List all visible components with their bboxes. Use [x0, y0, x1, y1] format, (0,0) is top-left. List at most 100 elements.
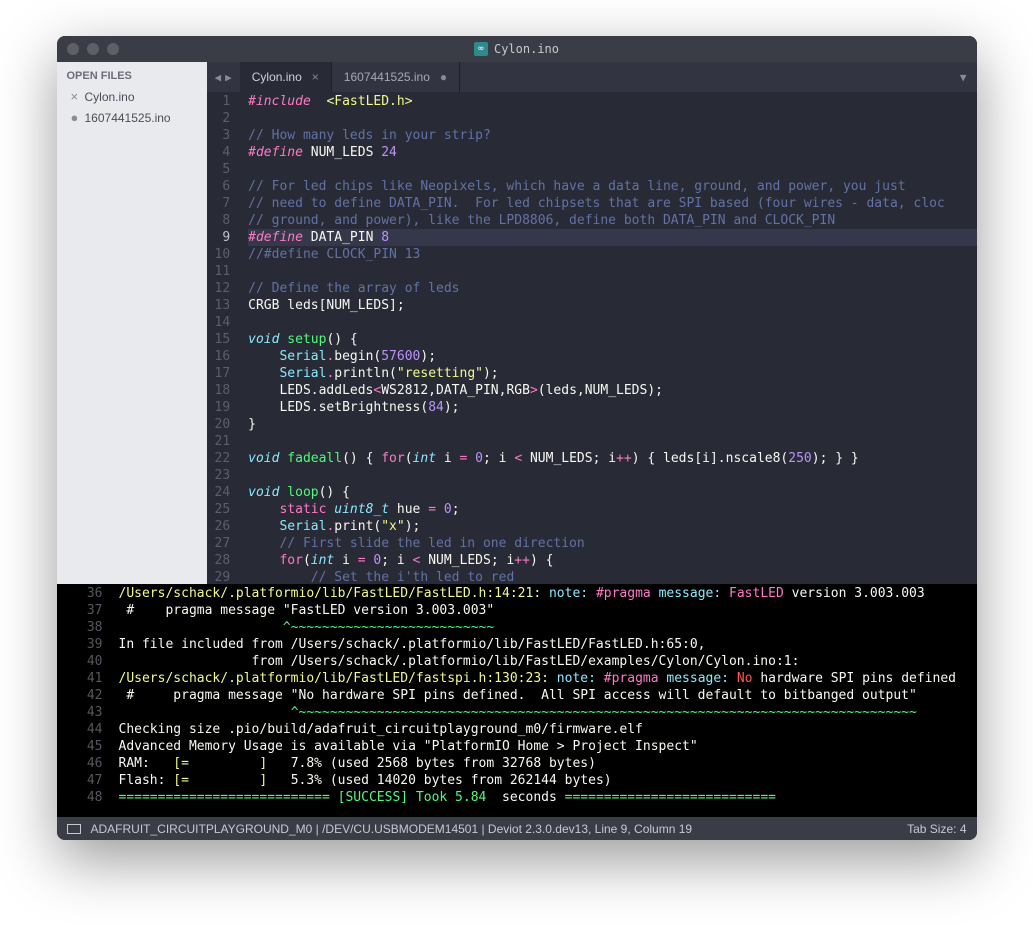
code-line[interactable]: #include <FastLED.h>	[248, 93, 976, 110]
line-number: 9	[215, 229, 231, 246]
code-line[interactable]: Serial.println("resetting");	[248, 365, 976, 382]
console-line-number: 48	[65, 789, 103, 806]
console-line: In file included from /Users/schack/.pla…	[119, 636, 977, 653]
line-number: 18	[215, 382, 231, 399]
code-line[interactable]: // ground, and power), like the LPD8806,…	[248, 212, 976, 229]
code-line[interactable]: // need to define DATA_PIN. For led chip…	[248, 195, 976, 212]
code-line[interactable]: void loop() {	[248, 484, 976, 501]
code-line[interactable]: // How many leds in your strip?	[248, 127, 976, 144]
code-line[interactable]	[248, 161, 976, 178]
line-number: 29	[215, 569, 231, 584]
traffic-lights	[67, 43, 119, 55]
sidebar-file[interactable]: × Cylon.ino	[57, 86, 207, 107]
status-tabsize[interactable]: Tab Size: 4	[907, 822, 966, 836]
editor-window: ∞ Cylon.ino OPEN FILES ×Cylon.ino●160744…	[57, 36, 977, 840]
line-number: 25	[215, 501, 231, 518]
console-line-number: 42	[65, 687, 103, 704]
code-line[interactable]: void fadeall() { for(int i = 0; i < NUM_…	[248, 450, 976, 467]
tab-label: Cylon.ino	[252, 70, 302, 84]
console-line-number: 36	[65, 585, 103, 602]
code-line[interactable]	[248, 314, 976, 331]
code-line[interactable]: #define NUM_LEDS 24	[248, 144, 976, 161]
code-line[interactable]	[248, 263, 976, 280]
console-line: =========================== [SUCCESS] To…	[119, 789, 977, 806]
tabs-menu-icon[interactable]: ▼	[950, 62, 977, 92]
code-line[interactable]: LEDS.setBrightness(84);	[248, 399, 976, 416]
code-line[interactable]: LEDS.addLeds<WS2812,DATA_PIN,RGB>(leds,N…	[248, 382, 976, 399]
close-icon[interactable]: ×	[71, 89, 81, 104]
nav-arrows: ◀ ▶	[207, 62, 240, 92]
console-line: /Users/schack/.platformio/lib/FastLED/Fa…	[119, 585, 977, 602]
tab-dirty-icon[interactable]: ●	[440, 70, 447, 84]
console-line-number: 39	[65, 636, 103, 653]
code-line[interactable]: Serial.print("x");	[248, 518, 976, 535]
code-line[interactable]: #define DATA_PIN 8	[248, 229, 976, 246]
code-line[interactable]	[248, 433, 976, 450]
console-line: Checking size .pio/build/adafruit_circui…	[119, 721, 977, 738]
status-left[interactable]: ADAFRUIT_CIRCUITPLAYGROUND_M0 | /DEV/CU.…	[91, 822, 693, 836]
minimize-icon[interactable]	[87, 43, 99, 55]
window-title-text: Cylon.ino	[494, 42, 559, 56]
code-line[interactable]: // Set the i'th led to red	[248, 569, 976, 584]
console-line-number: 40	[65, 653, 103, 670]
panel-icon[interactable]	[67, 824, 81, 834]
sidebar-file-label: Cylon.ino	[85, 90, 135, 104]
code-content[interactable]: #include <FastLED.h> // How many leds in …	[242, 92, 976, 584]
build-console[interactable]: 36373839404142434445464748 /Users/schack…	[57, 584, 977, 817]
zoom-icon[interactable]	[107, 43, 119, 55]
line-number: 12	[215, 280, 231, 297]
line-number: 16	[215, 348, 231, 365]
code-line[interactable]: // Define the array of leds	[248, 280, 976, 297]
console-line: # pragma message "FastLED version 3.003.…	[119, 602, 977, 619]
tab[interactable]: Cylon.ino ×	[240, 62, 332, 92]
code-line[interactable]: }	[248, 416, 976, 433]
line-number: 22	[215, 450, 231, 467]
statusbar: ADAFRUIT_CIRCUITPLAYGROUND_M0 | /DEV/CU.…	[57, 817, 977, 840]
tab[interactable]: 1607441525.ino ●	[332, 62, 460, 92]
code-line[interactable]: CRGB leds[NUM_LEDS];	[248, 297, 976, 314]
code-line[interactable]: static uint8_t hue = 0;	[248, 501, 976, 518]
window-title: ∞ Cylon.ino	[474, 42, 559, 56]
code-line[interactable]: // First slide the led in one direction	[248, 535, 976, 552]
line-number: 1	[215, 93, 231, 110]
line-number: 2	[215, 110, 231, 127]
console-line-number: 44	[65, 721, 103, 738]
console-line: from /Users/schack/.platformio/lib/FastL…	[119, 653, 977, 670]
nav-fwd-icon[interactable]: ▶	[225, 71, 232, 84]
console-line: Advanced Memory Usage is available via "…	[119, 738, 977, 755]
code-line[interactable]	[248, 110, 976, 127]
line-number: 17	[215, 365, 231, 382]
console-content: /Users/schack/.platformio/lib/FastLED/Fa…	[113, 584, 977, 817]
code-line[interactable]: void setup() {	[248, 331, 976, 348]
code-line[interactable]: Serial.begin(57600);	[248, 348, 976, 365]
code-line[interactable]	[248, 467, 976, 484]
code-editor[interactable]: 1234567891011121314151617181920212223242…	[207, 92, 977, 584]
tab-close-icon[interactable]: ×	[312, 70, 319, 84]
console-line: Flash: [= ] 5.3% (used 14020 bytes from …	[119, 772, 977, 789]
file-icon: ∞	[474, 42, 488, 56]
console-line-number: 43	[65, 704, 103, 721]
line-number: 3	[215, 127, 231, 144]
line-number: 28	[215, 552, 231, 569]
code-line[interactable]: // For led chips like Neopixels, which h…	[248, 178, 976, 195]
console-gutter: 36373839404142434445464748	[57, 584, 113, 817]
line-number: 26	[215, 518, 231, 535]
nav-back-icon[interactable]: ◀	[215, 71, 222, 84]
console-line: ^~~~~~~~~~~~~~~~~~~~~~~~~~~~~~~~~~~~~~~~…	[119, 704, 977, 721]
titlebar[interactable]: ∞ Cylon.ino	[57, 36, 977, 62]
line-gutter: 1234567891011121314151617181920212223242…	[207, 92, 243, 584]
console-line: # pragma message "No hardware SPI pins d…	[119, 687, 977, 704]
console-line-number: 41	[65, 670, 103, 687]
line-number: 27	[215, 535, 231, 552]
sidebar-file[interactable]: ●1607441525.ino	[57, 107, 207, 128]
line-number: 24	[215, 484, 231, 501]
line-number: 23	[215, 467, 231, 484]
dirty-dot-icon[interactable]: ●	[71, 110, 81, 125]
close-icon[interactable]	[67, 43, 79, 55]
tab-label: 1607441525.ino	[344, 70, 430, 84]
code-line[interactable]: //#define CLOCK_PIN 13	[248, 246, 976, 263]
line-number: 21	[215, 433, 231, 450]
code-line[interactable]: for(int i = 0; i < NUM_LEDS; i++) {	[248, 552, 976, 569]
line-number: 6	[215, 178, 231, 195]
console-line: RAM: [= ] 7.8% (used 2568 bytes from 327…	[119, 755, 977, 772]
